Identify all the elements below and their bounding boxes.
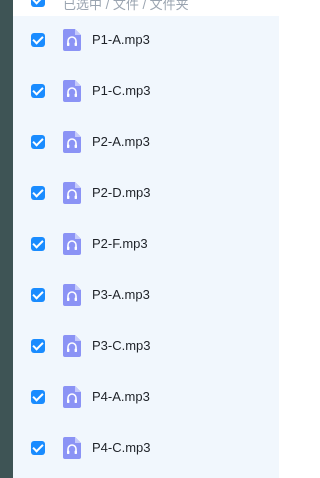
- file-row[interactable]: P4-C.mp3: [13, 428, 279, 468]
- file-checkbox[interactable]: [31, 84, 45, 98]
- select-all-row[interactable]: 已选中 / 文件 / 文件夹: [13, 0, 279, 16]
- audio-file-icon: [63, 182, 81, 204]
- left-window-edge: [0, 0, 13, 478]
- file-name: P4-C.mp3: [92, 440, 151, 455]
- file-row[interactable]: P1-A.mp3: [13, 20, 279, 60]
- select-all-checkbox[interactable]: [31, 0, 45, 7]
- file-row[interactable]: P2-A.mp3: [13, 122, 279, 162]
- file-name: P2-F.mp3: [92, 236, 148, 251]
- file-row[interactable]: P2-F.mp3: [13, 224, 279, 264]
- file-checkbox[interactable]: [31, 339, 45, 353]
- audio-file-icon: [63, 80, 81, 102]
- audio-file-icon: [63, 386, 81, 408]
- file-name: P2-A.mp3: [92, 134, 150, 149]
- file-name: P4-A.mp3: [92, 389, 150, 404]
- file-name: P2-D.mp3: [92, 185, 151, 200]
- file-list-panel: 已选中 / 文件 / 文件夹 P1-A.mp3 P1-C.mp3 P2-A.mp…: [13, 0, 279, 478]
- file-name: P3-A.mp3: [92, 287, 150, 302]
- selection-caption: 已选中 / 文件 / 文件夹: [63, 0, 189, 12]
- file-name: P1-C.mp3: [92, 83, 151, 98]
- file-row[interactable]: P3-C.mp3: [13, 326, 279, 366]
- audio-file-icon: [63, 284, 81, 306]
- file-checkbox[interactable]: [31, 390, 45, 404]
- file-row[interactable]: P4-A.mp3: [13, 377, 279, 417]
- file-checkbox[interactable]: [31, 237, 45, 251]
- audio-file-icon: [63, 437, 81, 459]
- audio-file-icon: [63, 335, 81, 357]
- file-row[interactable]: P2-D.mp3: [13, 173, 279, 213]
- file-row[interactable]: P1-C.mp3: [13, 71, 279, 111]
- file-row[interactable]: P3-A.mp3: [13, 275, 279, 315]
- file-checkbox[interactable]: [31, 186, 45, 200]
- file-checkbox[interactable]: [31, 135, 45, 149]
- audio-file-icon: [63, 29, 81, 51]
- file-name: P1-A.mp3: [92, 32, 150, 47]
- file-checkbox[interactable]: [31, 33, 45, 47]
- file-checkbox[interactable]: [31, 288, 45, 302]
- audio-file-icon: [63, 131, 81, 153]
- audio-file-icon: [63, 233, 81, 255]
- file-name: P3-C.mp3: [92, 338, 151, 353]
- file-checkbox[interactable]: [31, 441, 45, 455]
